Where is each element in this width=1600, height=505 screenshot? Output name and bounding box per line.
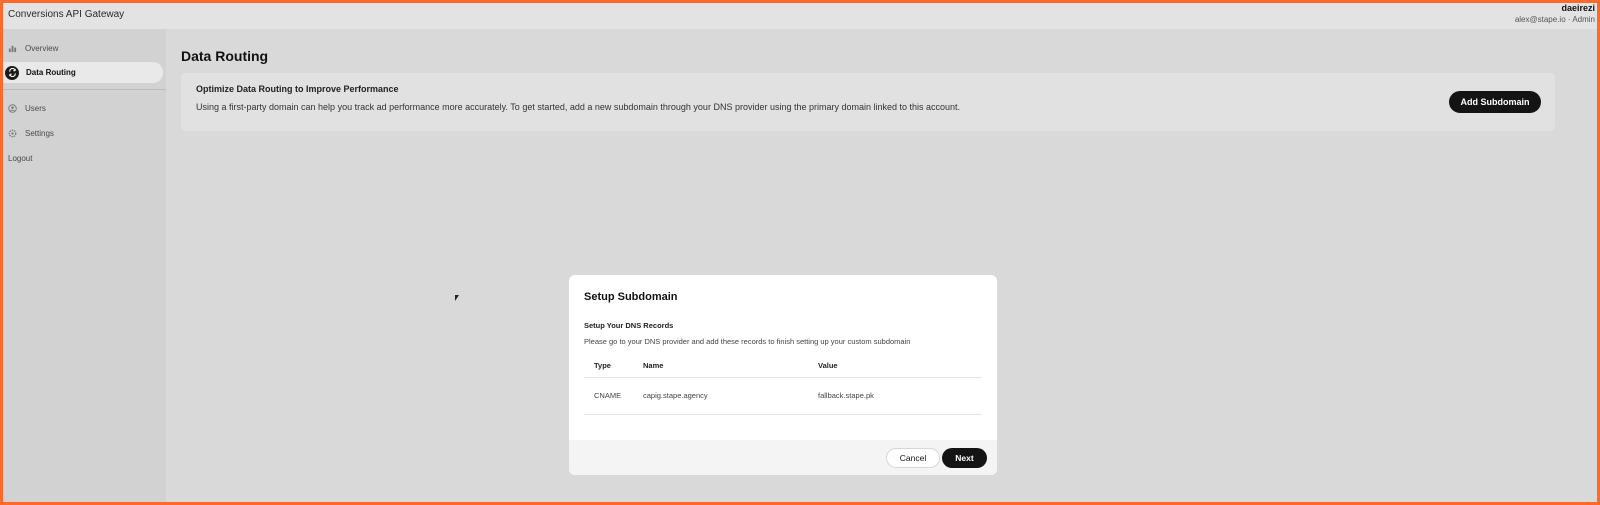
page-title: Data Routing [181,48,269,64]
app-window: Conversions API Gateway daeirezi alex@st… [3,3,1597,502]
setup-subdomain-modal: Setup Subdomain Setup Your DNS Records P… [569,275,997,475]
sidebar-item-label: Users [25,104,46,113]
user-menu[interactable]: daeirezi alex@stape.io · Admin [1515,3,1595,24]
modal-footer: Cancel Next [569,440,997,475]
users-icon [6,103,18,115]
card-description: Using a first-party domain can help you … [196,102,961,112]
record-value[interactable]: fallback.stape.pk [808,377,982,415]
sidebar-item-users[interactable]: Users [3,98,163,119]
user-meta: alex@stape.io · Admin [1514,15,1595,24]
record-name[interactable]: capig.stape.agency [633,377,808,415]
logout-link[interactable]: Logout [8,154,32,163]
sidebar-item-label: Data Routing [26,68,76,77]
card-title: Optimize Data Routing to Improve Perform… [196,84,399,94]
mouse-cursor-icon [455,295,459,301]
cancel-button[interactable]: Cancel [886,448,940,468]
sidebar-item-label: Overview [25,44,59,53]
sidebar-item-overview[interactable]: Overview [3,38,163,59]
modal-title: Setup Subdomain [584,291,678,303]
table-header-row: Type Name Value [584,355,982,378]
record-type: CNAME [584,377,633,415]
sidebar-item-data-routing[interactable]: Data Routing [3,62,163,83]
user-name: daeirezi [1561,3,1595,13]
gear-icon [6,128,18,140]
modal-description: Please go to your DNS provider and add t… [584,337,911,346]
table-row: CNAME capig.stape.agency fallback.stape.… [584,377,982,415]
column-header-name: Name [633,355,808,378]
column-header-value: Value [808,355,982,378]
overview-icon [6,43,18,55]
app-title: Conversions API Gateway [8,9,125,20]
add-subdomain-button[interactable]: Add Subdomain [1449,91,1541,113]
info-card: Optimize Data Routing to Improve Perform… [181,73,1555,131]
next-button[interactable]: Next [942,448,987,468]
sidebar-item-label: Settings [25,129,54,138]
sidebar-item-settings[interactable]: Settings [3,123,163,144]
sidebar: Overview Data Routing Users Settings Log… [3,29,166,502]
sidebar-divider [3,89,166,90]
dns-records-table: Type Name Value CNAME capig.stape.agency… [584,355,982,415]
column-header-type: Type [584,355,633,378]
routing-icon [5,65,19,80]
top-bar: Conversions API Gateway daeirezi alex@st… [3,3,1597,29]
modal-subtitle: Setup Your DNS Records [584,321,674,330]
